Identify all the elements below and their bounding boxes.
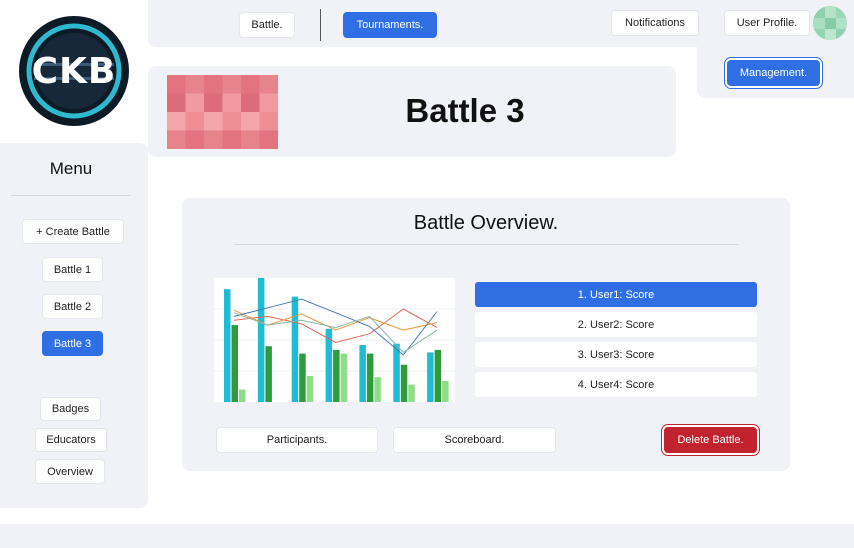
mosaic-tile [259,93,279,113]
nav-tournaments-button[interactable]: Tournaments. [343,12,437,38]
score-row-2[interactable]: 2. User2: Score [475,312,757,337]
avatar-pattern [813,6,847,40]
mosaic-tile [259,112,279,131]
chart-line [233,298,438,356]
nav-battle-button[interactable]: Battle. [239,12,295,38]
sidebar-item-badges[interactable]: Badges [40,397,101,421]
chart-bar [434,349,442,402]
chart-bar [340,353,348,402]
chart-bar [306,376,314,402]
overview-chart [214,278,455,402]
chart-bar [231,325,238,402]
overview-divider [234,244,739,245]
create-battle-button[interactable]: + Create Battle [22,219,124,244]
mosaic-tile [222,112,242,131]
chart-bar [427,352,434,402]
chart-bar [239,389,246,402]
battle-image-mosaic [167,75,279,150]
mosaic-tile [241,93,260,113]
notifications-button[interactable]: Notifications [611,10,699,36]
mosaic-tile [185,112,205,131]
mosaic-tile [241,75,260,94]
chart-bar [442,380,449,402]
mosaic-tile [167,130,186,150]
chart-bar [265,346,272,402]
user-profile-button[interactable]: User Profile. [724,10,810,36]
chart-bar [374,377,381,402]
sidebar [0,143,148,508]
mosaic-tile [259,130,279,150]
management-button[interactable]: Management. [727,60,820,86]
overview-title: Battle Overview. [413,212,559,234]
delete-battle-button[interactable]: Delete Battle. [664,427,757,453]
mosaic-tile [204,75,223,94]
chart-line [233,308,438,344]
ckb-logo[interactable]: CKB [18,15,130,127]
score-row-3[interactable]: 3. User3: Score [475,342,757,367]
mosaic-tile [259,75,279,94]
battle-image [167,75,279,150]
mosaic-tile [167,112,186,131]
chart-canvas [214,278,455,402]
chart-bar [408,384,415,402]
sidebar-divider [11,195,131,196]
chart-bar [224,289,231,402]
chart-bar [400,364,408,402]
chart-bar [393,343,400,402]
participants-button[interactable]: Participants. [216,427,378,453]
mosaic-tile [185,93,205,113]
mosaic-tile [241,130,260,150]
page-title: Battle 3 [405,92,525,129]
mosaic-tile [241,112,260,131]
mosaic-tile [185,75,205,94]
mosaic-tile [167,93,186,113]
sidebar-item-overview[interactable]: Overview [35,459,105,484]
mosaic-tile [222,93,242,113]
chart-bar [333,349,340,402]
sidebar-item-battle-3[interactable]: Battle 3 [42,331,103,356]
chart-bar [299,353,306,402]
scoreboard-button[interactable]: Scoreboard. [393,427,556,453]
mosaic-tile [204,112,223,131]
chart-bar [366,353,374,402]
mosaic-tile [222,130,242,150]
mosaic-tile [222,75,242,94]
sidebar-item-battle-1[interactable]: Battle 1 [42,257,103,282]
score-row-1[interactable]: 1. User1: Score [475,282,757,307]
mosaic-tile [185,130,205,150]
chart-line [233,312,438,354]
sidebar-item-battle-2[interactable]: Battle 2 [42,294,103,319]
chart-bar [257,278,265,402]
sidebar-title: Menu [49,159,93,178]
logo-text: CKB [31,51,117,92]
mosaic-tile [204,93,223,113]
footer-bar [0,524,854,548]
chart-bar [359,345,366,402]
mosaic-tile [167,75,186,94]
mosaic-tile [204,130,223,150]
score-row-4[interactable]: 4. User4: Score [475,372,757,397]
chart-bar [291,296,299,402]
avatar[interactable] [813,6,847,40]
nav-divider [320,9,321,41]
sidebar-item-educators[interactable]: Educators [35,428,107,452]
